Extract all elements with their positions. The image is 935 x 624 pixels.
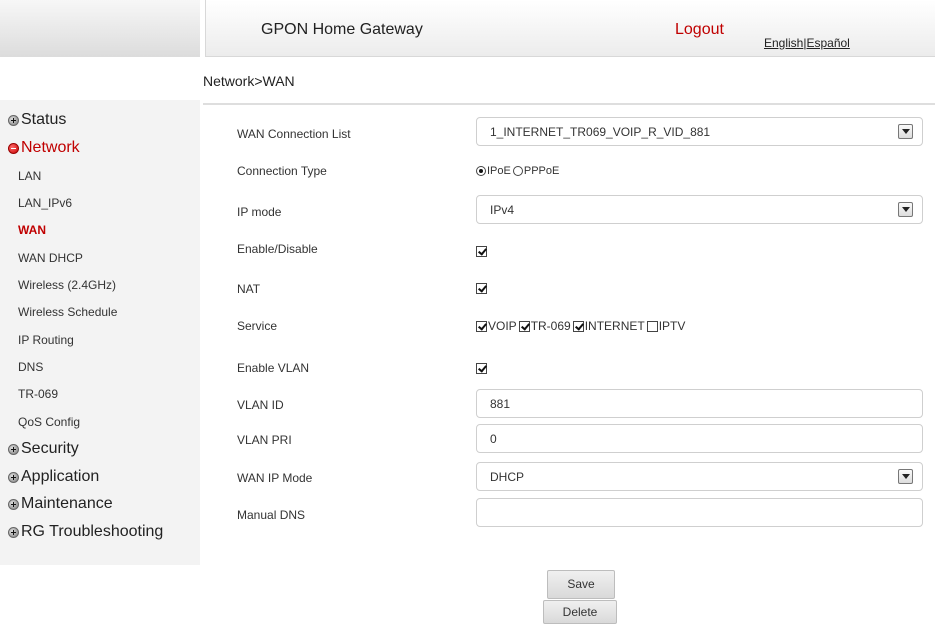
- vlan-pri-label: VLAN PRI: [237, 433, 292, 447]
- expand-plus-icon: [8, 498, 19, 510]
- expand-plus-icon: [8, 471, 19, 483]
- chevron-down-icon: [898, 202, 913, 217]
- service-voip-label: VOIP: [488, 319, 517, 333]
- sidebar-group-security[interactable]: Security: [8, 440, 79, 458]
- collapse-minus-icon: [8, 142, 19, 154]
- ip-mode-label: IP mode: [237, 205, 282, 219]
- sidebar-item-dns[interactable]: DNS: [18, 360, 43, 374]
- ip-mode-value: IPv4: [490, 203, 515, 217]
- service-internet-checkbox[interactable]: [572, 320, 584, 332]
- sidebar-group-label: Status: [21, 111, 67, 128]
- expand-plus-icon: [8, 114, 19, 126]
- nat-checkbox[interactable]: [476, 283, 487, 294]
- wan-connection-list-label: WAN Connection List: [237, 127, 351, 141]
- sidebar-group-label: Application: [21, 468, 100, 485]
- radio-pppoe-label: PPPoE: [523, 165, 560, 177]
- wan-ip-mode-select[interactable]: DHCP: [476, 462, 923, 491]
- divider: [203, 103, 935, 105]
- sidebar-item-wan-dhcp[interactable]: WAN DHCP: [18, 251, 83, 265]
- radio-ipoe-label: IPoE: [487, 165, 511, 177]
- sidebar-item-lan[interactable]: LAN: [18, 169, 41, 183]
- lang-english-link[interactable]: English: [764, 36, 803, 50]
- manual-dns-input[interactable]: [476, 498, 923, 527]
- nat-label: NAT: [237, 282, 261, 296]
- sidebar-group-label: Network: [21, 139, 80, 156]
- vlan-id-input[interactable]: 881: [476, 389, 923, 418]
- service-tr069-checkbox[interactable]: [518, 320, 530, 332]
- service-checkbox-group: VOIP TR-069 INTERNET IPTV: [476, 319, 687, 333]
- wan-ip-mode-label: WAN IP Mode: [237, 471, 313, 485]
- connection-type-radio-group: IPoE PPPoE: [476, 165, 559, 177]
- sidebar-item-qos-config[interactable]: QoS Config: [18, 415, 80, 429]
- service-tr069-label: TR-069: [530, 319, 571, 333]
- sidebar-item-wan[interactable]: WAN: [18, 223, 46, 237]
- breadcrumb: Network>WAN: [203, 73, 295, 89]
- sidebar-group-maintenance[interactable]: Maintenance: [8, 495, 113, 513]
- top-header: GPON Home Gateway Logout English|Español: [205, 0, 935, 57]
- service-iptv-checkbox[interactable]: [646, 320, 658, 332]
- language-switcher: English|Español: [764, 36, 850, 50]
- app-title: GPON Home Gateway: [261, 21, 423, 38]
- wan-connection-list-value: 1_INTERNET_TR069_VOIP_R_VID_881: [490, 125, 711, 139]
- save-button[interactable]: Save: [547, 570, 615, 599]
- service-iptv-label: IPTV: [658, 319, 686, 333]
- service-voip-checkbox[interactable]: [476, 320, 487, 332]
- connection-type-label: Connection Type: [237, 164, 327, 178]
- sidebar-item-wireless-24ghz[interactable]: Wireless (2.4GHz): [18, 278, 116, 292]
- sidebar-group-label: Maintenance: [21, 495, 113, 512]
- service-internet-label: INTERNET: [584, 319, 645, 333]
- radio-ipoe[interactable]: [476, 166, 486, 176]
- sidebar-item-ip-routing[interactable]: IP Routing: [18, 333, 74, 347]
- sidebar-group-application[interactable]: Application: [8, 468, 99, 486]
- sidebar-group-status[interactable]: Status: [8, 111, 66, 129]
- ip-mode-select[interactable]: IPv4: [476, 195, 923, 224]
- manual-dns-label: Manual DNS: [237, 508, 306, 522]
- service-label: Service: [237, 319, 278, 333]
- wan-ip-mode-value: DHCP: [490, 470, 525, 484]
- sidebar-group-label: RG Troubleshooting: [21, 523, 164, 540]
- sidebar-item-wireless-schedule[interactable]: Wireless Schedule: [18, 305, 117, 319]
- enable-vlan-label: Enable VLAN: [237, 361, 310, 375]
- sidebar-item-lan-ipv6[interactable]: LAN_IPv6: [18, 196, 72, 210]
- vlan-id-label: VLAN ID: [237, 398, 284, 412]
- enable-disable-label: Enable/Disable: [237, 242, 318, 256]
- chevron-down-icon: [898, 124, 913, 139]
- enable-disable-checkbox[interactable]: [476, 246, 487, 257]
- logout-link[interactable]: Logout: [675, 21, 724, 39]
- enable-vlan-checkbox[interactable]: [476, 363, 487, 374]
- expand-plus-icon: [8, 526, 19, 538]
- delete-button[interactable]: Delete: [543, 600, 617, 624]
- vlan-pri-input[interactable]: 0: [476, 424, 923, 453]
- radio-pppoe[interactable]: [512, 166, 523, 176]
- wan-connection-list-select[interactable]: 1_INTERNET_TR069_VOIP_R_VID_881: [476, 117, 923, 146]
- chevron-down-icon: [898, 469, 913, 484]
- sidebar-group-network[interactable]: Network: [8, 139, 80, 157]
- lang-spanish-link[interactable]: Español: [806, 36, 849, 50]
- expand-plus-icon: [8, 443, 19, 455]
- sidebar-header-block: [0, 0, 200, 57]
- sidebar-group-label: Security: [21, 440, 79, 457]
- sidebar-group-rg-troubleshooting[interactable]: RG Troubleshooting: [8, 523, 163, 541]
- sidebar-item-tr069[interactable]: TR-069: [18, 387, 58, 401]
